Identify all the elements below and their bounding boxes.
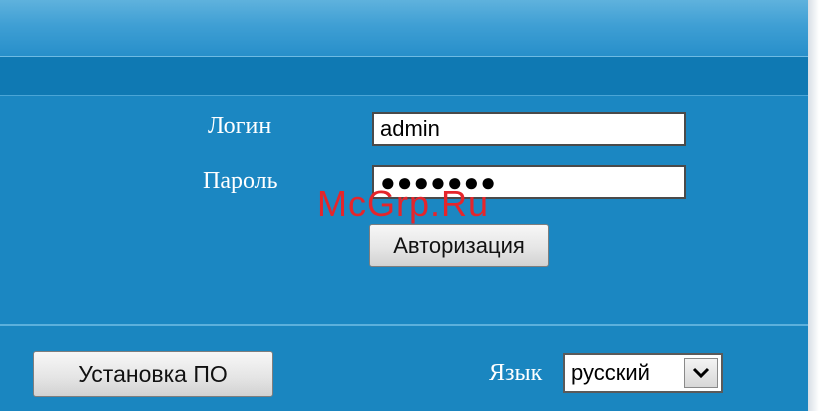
language-select[interactable]: русский: [563, 353, 723, 393]
title-band: [0, 57, 808, 96]
header-band: [0, 0, 808, 57]
window-edge: [808, 0, 819, 411]
login-input[interactable]: [372, 112, 686, 146]
language-label: Язык: [489, 360, 543, 386]
language-selected-value: русский: [571, 360, 650, 385]
firmware-update-button[interactable]: Установка ПО: [33, 351, 273, 397]
password-label: Пароль: [203, 168, 278, 194]
watermark-logo: McGrp.Ru: [317, 183, 490, 224]
chevron-down-icon[interactable]: [684, 358, 718, 388]
login-label: Логин: [208, 113, 272, 139]
login-button[interactable]: Авторизация: [369, 224, 549, 267]
login-panel: Логин Пароль Авторизация Установка ПО Яз…: [0, 0, 808, 411]
